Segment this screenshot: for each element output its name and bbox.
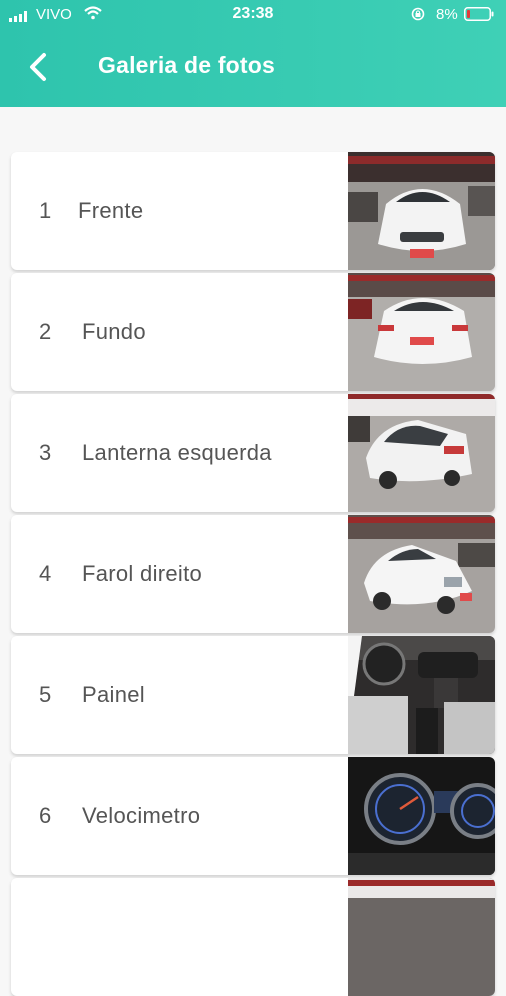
photo-number: 2 (39, 319, 52, 344)
orientation-lock-icon (411, 7, 425, 21)
photo-list-item[interactable]: 1 Frente (11, 152, 495, 270)
photo-list-item[interactable]: 2 Fundo (11, 273, 495, 391)
photo-label: Fundo (82, 319, 146, 344)
speedometer-photo[interactable] (348, 757, 495, 875)
photo-label: Frente (78, 198, 144, 223)
battery-percentage: 8% (436, 6, 458, 23)
photo-number: 4 (39, 561, 52, 586)
car-front-photo[interactable] (348, 152, 495, 270)
photo-list-item[interactable]: 5 Painel (11, 636, 495, 754)
photo-label: Lanterna esquerda (82, 440, 272, 465)
photo-number: 3 (39, 440, 52, 465)
status-bar: VIVO 23:38 8% (0, 0, 506, 30)
car-right-headlight-photo[interactable] (348, 515, 495, 633)
photo-number: 6 (39, 803, 52, 828)
clock: 23:38 (232, 5, 274, 22)
photo-list-item[interactable] (11, 878, 495, 996)
car-rear-photo[interactable] (348, 273, 495, 391)
photo-list-item[interactable]: 6 Velocimetro (11, 757, 495, 875)
battery-icon (464, 7, 494, 21)
photo-list-item[interactable]: 3 Lanterna esquerda (11, 394, 495, 512)
car-left-taillight-photo[interactable] (348, 394, 495, 512)
page-title: Galeria de fotos (98, 52, 276, 78)
app-header: VIVO 23:38 8% Galeria de fotos (0, 0, 506, 107)
photo-thumbnail[interactable] (348, 878, 495, 996)
dashboard-photo[interactable] (348, 636, 495, 754)
photo-number: 1 (39, 198, 52, 223)
photo-number: 5 (39, 682, 52, 707)
photo-label: Painel (82, 682, 145, 707)
photo-label: Velocimetro (82, 803, 201, 828)
back-chevron-icon[interactable] (24, 50, 54, 84)
photo-list-item[interactable]: 4 Farol direito (11, 515, 495, 633)
photo-label: Farol direito (82, 561, 203, 586)
